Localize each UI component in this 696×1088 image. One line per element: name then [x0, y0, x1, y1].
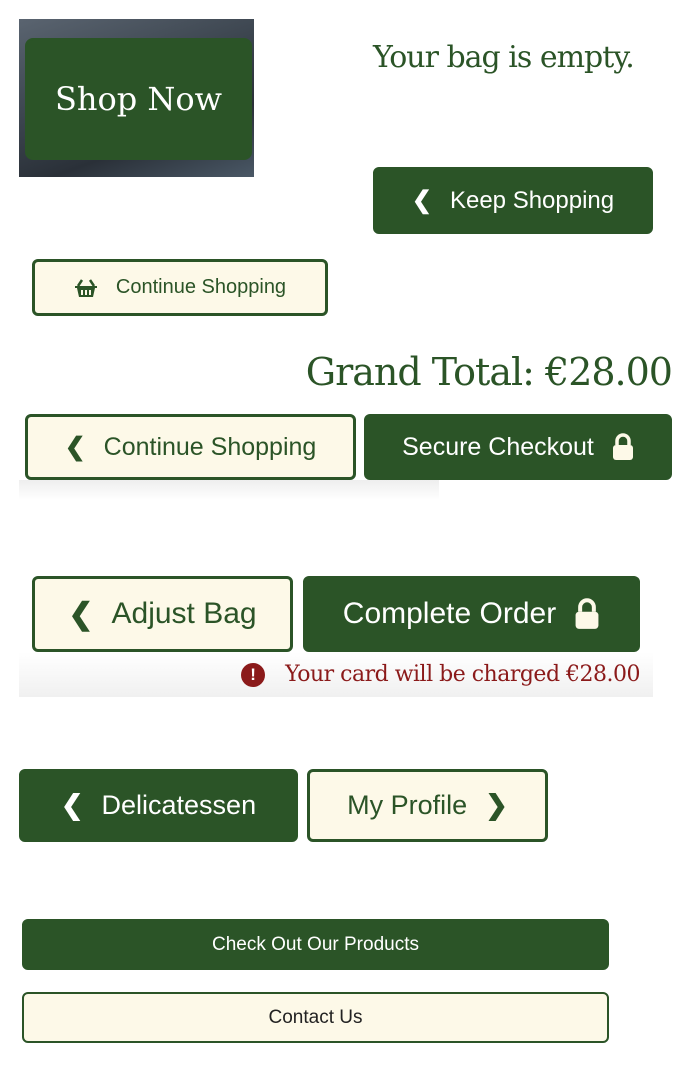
- check-out-products-button[interactable]: Check Out Our Products: [22, 919, 609, 970]
- continue-shopping-label: Continue Shopping: [115, 276, 287, 298]
- chevron-left-icon: ❮: [60, 790, 84, 820]
- lock-icon: [612, 433, 633, 460]
- shop-now-button[interactable]: Shop Now: [25, 38, 252, 160]
- basket-icon: [74, 278, 97, 297]
- secure-checkout-button[interactable]: Secure Checkout: [364, 414, 672, 480]
- charge-warning: ! Your card will be charged €28.00: [241, 662, 640, 687]
- keep-shopping-button[interactable]: ❮ Keep Shopping: [373, 167, 653, 234]
- grand-total: Grand Total: €28.00: [305, 350, 673, 394]
- keep-shopping-label: Keep Shopping: [449, 186, 615, 214]
- my-profile-button[interactable]: My Profile ❯: [307, 769, 548, 842]
- delicatessen-button[interactable]: ❮ Delicatessen: [19, 769, 298, 842]
- continue-shopping-basket-button[interactable]: Continue Shopping: [32, 259, 328, 316]
- my-profile-label: My Profile: [347, 790, 468, 820]
- charge-warning-text: Your card will be charged €28.00: [285, 662, 640, 687]
- adjust-bag-button[interactable]: ❮ Adjust Bag: [32, 576, 293, 652]
- secure-checkout-label: Secure Checkout: [402, 432, 594, 461]
- complete-order-button[interactable]: Complete Order: [303, 576, 640, 652]
- lock-icon: [575, 598, 599, 629]
- exclamation-circle-icon: !: [241, 662, 266, 687]
- continue-shopping-button[interactable]: ❮ Continue Shopping: [25, 414, 356, 480]
- bag-actions-shadow: [19, 480, 439, 500]
- chevron-left-icon: ❮: [411, 187, 432, 214]
- contact-us-button[interactable]: Contact Us: [22, 992, 609, 1043]
- continue-shopping-label: Continue Shopping: [103, 432, 317, 461]
- chevron-right-icon: ❯: [485, 790, 508, 820]
- chevron-left-icon: ❮: [64, 433, 86, 461]
- delicatessen-label: Delicatessen: [101, 790, 257, 820]
- adjust-bag-label: Adjust Bag: [111, 597, 257, 630]
- chevron-left-icon: ❮: [68, 597, 94, 631]
- complete-order-label: Complete Order: [342, 597, 557, 630]
- empty-bag-message: Your bag is empty.: [373, 40, 635, 75]
